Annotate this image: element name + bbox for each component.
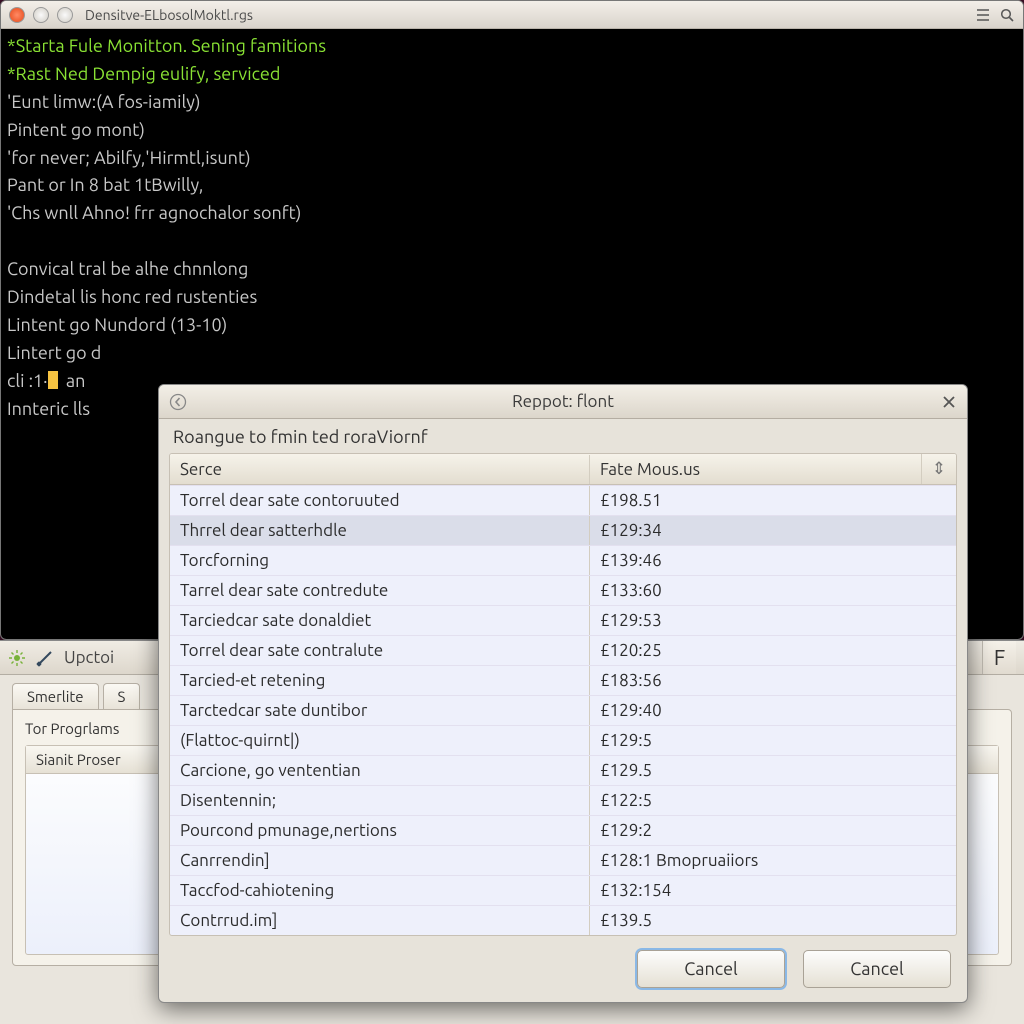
terminal-line: Lintent go Nundord (13-10) [7,315,227,335]
dialog-titlebar[interactable]: Reppot: flont [159,385,967,419]
table-header[interactable]: Serce Fate Mous.us ⇕ [170,454,956,485]
cancel-button-secondary[interactable]: Cancel [803,950,951,988]
table-row[interactable]: Torrel dear sate contralute£120:25 [170,635,956,665]
search-icon[interactable] [999,7,1015,23]
terminal-line: *Starta Fule Monitton. Sening famitions [7,36,326,56]
table-row[interactable]: Tarctedcar sate duntibor£129:40 [170,695,956,725]
table-row[interactable]: Pourcond pmunage,nertions£129:2 [170,815,956,845]
cell-fate: £139.5 [590,906,956,935]
tab-smerlite[interactable]: Smerlite [12,683,99,709]
col-serce-header[interactable]: Serce [170,455,590,484]
table-row[interactable]: Taccfod-cahiotening£132:154 [170,875,956,905]
terminal-line: Innteric lls [7,399,90,419]
table-row[interactable]: Contrrud.im]£139.5 [170,905,956,935]
cell-serce: Torcforning [170,546,590,575]
col-fate-header[interactable]: Fate Mous.us [590,455,921,484]
window-minimize-button[interactable] [33,7,49,23]
dialog-table: Serce Fate Mous.us ⇕ Torrel dear sate co… [169,453,957,936]
close-icon[interactable] [941,394,957,410]
window-title: Densitve-ELbosolMoktl.rgs [85,7,253,23]
cell-serce: Thrrel dear satterhdle [170,516,590,545]
menu-icon[interactable] [975,7,991,23]
terminal-line: Lintert go d [7,343,101,363]
table-row[interactable]: Tarciedcar sate donaldiet£129:53 [170,605,956,635]
tools-icon[interactable] [36,649,54,667]
cell-fate: £129:53 [590,606,956,635]
tab-s[interactable]: S [103,683,141,709]
table-row[interactable]: Tarcied-et retening£183:56 [170,665,956,695]
dialog-title: Reppot: flont [159,392,967,411]
dialog-subtitle: Roangue to fmin ted roraViornf [159,419,967,453]
cell-fate: £122:5 [590,786,956,815]
table-row[interactable]: Tarrel dear sate contredute£133:60 [170,575,956,605]
terminal-line: *Rast Ned Dempig eulify, serviced [7,64,280,84]
cell-serce: Taccfod-cahiotening [170,876,590,905]
back-icon[interactable] [169,393,187,411]
right-glyph[interactable]: F [982,641,1016,674]
terminal-line: Convical tral be alhe chnnlong [7,259,248,279]
terminal-line: 'for never; Abilfy,'Hirmtl,isunt) [7,148,251,168]
report-dialog: Reppot: flont Roangue to fmin ted roraVi… [158,384,968,1003]
cell-serce: Tarrel dear sate contredute [170,576,590,605]
sort-icon[interactable]: ⇕ [921,454,956,484]
cell-fate: £129:40 [590,696,956,725]
cell-serce: Torrel dear sate contoruuted [170,486,590,515]
table-row[interactable]: Carcione, go vententian£129.5 [170,755,956,785]
cell-serce: Tarctedcar sate duntibor [170,696,590,725]
cell-serce: Contrrud.im] [170,906,590,935]
cell-fate: £129.5 [590,756,956,785]
cell-fate: £133:60 [590,576,956,605]
terminal-line: 'Chs wnll Ahno! frr agnochalor sonft) [7,203,301,223]
window-maximize-button[interactable] [57,7,73,23]
terminal-line: cli :1· [7,371,48,391]
terminal-line: 'Eunt limw:(A fos-iamily) [7,92,201,112]
cell-serce: Torrel dear sate contralute [170,636,590,665]
cell-serce: Canrrendin] [170,846,590,875]
cell-fate: £183:56 [590,666,956,695]
titlebar[interactable]: Densitve-ELbosolMoktl.rgs [1,1,1023,29]
window-close-button[interactable] [9,7,25,23]
dialog-footer: Cancel Cancel [159,936,967,1002]
cell-serce: Pourcond pmunage,nertions [170,816,590,845]
cancel-button-primary[interactable]: Cancel [637,950,785,988]
table-row[interactable]: Torcforning£139:46 [170,545,956,575]
terminal-line: Dindetal lis honc red rustenties [7,287,257,307]
gear-icon[interactable] [8,649,26,667]
cell-serce: Carcione, go vententian [170,756,590,785]
table-row[interactable]: Thrrel dear satterhdle£129:34 [170,515,956,545]
table-row[interactable]: Disentennin;£122:5 [170,785,956,815]
cell-fate: £198.51 [590,486,956,515]
cell-fate: £129:5 [590,726,956,755]
table-row[interactable]: Torrel dear sate contoruuted£198.51 [170,485,956,515]
table-row[interactable]: (Flattoc-quirnt|)£129:5 [170,725,956,755]
table-row[interactable]: Canrrendin]£128:1 Bmopruaiiors [170,845,956,875]
terminal-line: an [58,371,86,391]
lower-window-title: Upctoi [64,648,114,667]
cell-fate: £139:46 [590,546,956,575]
cell-fate: £132:154 [590,876,956,905]
cell-fate: £129:2 [590,816,956,845]
cell-fate: £120:25 [590,636,956,665]
terminal-line: Pant or In 8 bat 1tBwilly, [7,175,203,195]
terminal-line: Pintent go mont) [7,120,145,140]
cell-fate: £129:34 [590,516,956,545]
cell-fate: £128:1 Bmopruaiiors [590,846,956,875]
cell-serce: (Flattoc-quirnt|) [170,726,590,755]
cell-serce: Tarcied-et retening [170,666,590,695]
cell-serce: Tarciedcar sate donaldiet [170,606,590,635]
terminal-cursor [48,371,58,389]
cell-serce: Disentennin; [170,786,590,815]
